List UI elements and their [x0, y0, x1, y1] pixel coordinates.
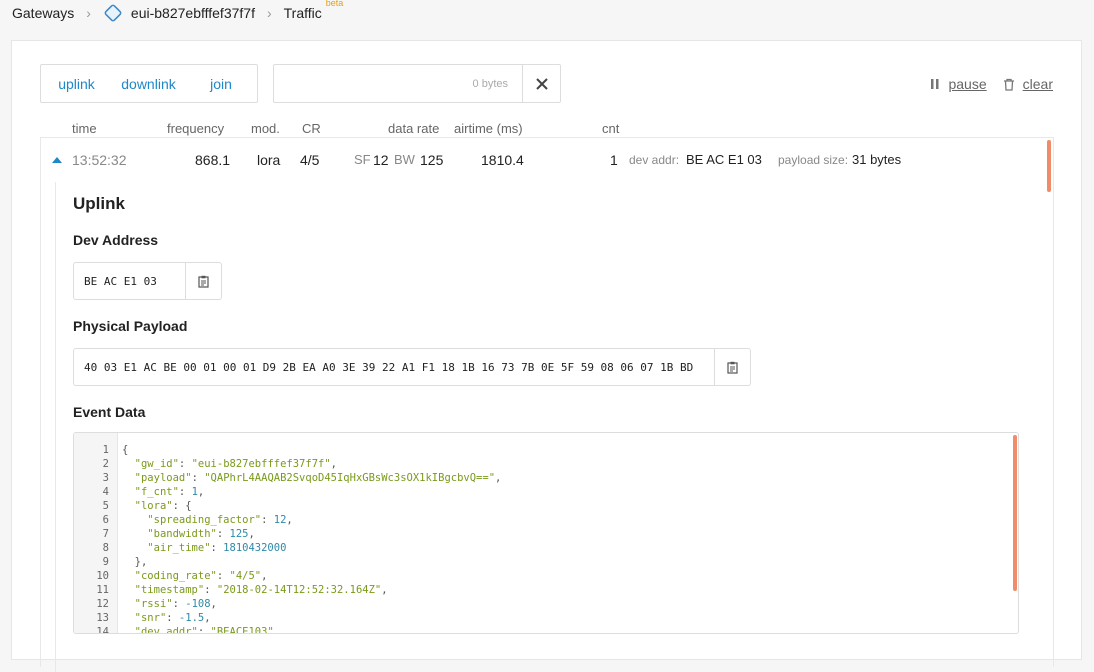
- row-sf-label: SF: [354, 152, 371, 167]
- breadcrumb-gateway-id[interactable]: eui-b827ebfffef37f7f: [131, 5, 255, 21]
- line-number-gutter: 1 2 3 4 5 6 7 8 9 10 11 12 13 14: [74, 433, 118, 633]
- close-icon: [535, 77, 548, 90]
- bytes-count: 0 bytes: [472, 77, 508, 90]
- breadcrumb: Gateways › eui-b827ebfffef37f7f › Traffi…: [0, 0, 1094, 26]
- beta-badge: beta: [325, 0, 344, 8]
- row-mod: lora: [257, 152, 281, 168]
- editor-scrollbar[interactable]: [1013, 435, 1017, 591]
- filter-box: 0 bytes: [273, 64, 561, 103]
- table-row[interactable]: 13:52:32 868.1 lora 4/5 SF 12 BW 125 181…: [41, 138, 1053, 182]
- copy-dev-address-button[interactable]: [185, 263, 221, 299]
- chevron-right-icon: ›: [86, 5, 91, 21]
- col-cnt: cnt: [602, 121, 620, 136]
- clear-filter-button[interactable]: [522, 65, 560, 102]
- event-data-editor[interactable]: 1 2 3 4 5 6 7 8 9 10 11 12 13 14 { "gw_id": "eui-b827…: [73, 432, 1019, 634]
- clipboard-icon: [727, 361, 738, 374]
- physical-payload-value[interactable]: 40 03 E1 AC BE 00 01 00 01 D9 2B EA A0 3…: [74, 361, 714, 374]
- row-bw-label: BW: [394, 152, 415, 167]
- gateway-icon: [104, 4, 122, 22]
- pause-label: pause: [948, 76, 987, 92]
- row-cnt: 1: [610, 152, 618, 168]
- chevron-right-icon: ›: [266, 5, 272, 21]
- filter-input[interactable]: [274, 65, 473, 102]
- breadcrumb-gateways[interactable]: Gateways: [12, 5, 74, 21]
- clear-label: clear: [1022, 76, 1053, 92]
- breadcrumb-traffic: Traffic: [283, 5, 322, 21]
- dev-address-heading: Dev Address: [73, 232, 159, 248]
- trash-icon: [1003, 78, 1014, 91]
- caret-up-icon[interactable]: [52, 156, 62, 163]
- row-cr: 4/5: [300, 152, 320, 168]
- row-dev-addr: BE AC E1 03: [686, 152, 762, 167]
- row-time: 13:52:32: [72, 152, 127, 168]
- tab-downlink[interactable]: downlink: [112, 65, 185, 102]
- detail-title: Uplink: [73, 194, 125, 213]
- physical-payload-field: 40 03 E1 AC BE 00 01 00 01 D9 2B EA A0 3…: [73, 348, 751, 386]
- message-type-tabs: uplink downlink join: [40, 64, 258, 103]
- col-time: time: [72, 121, 97, 136]
- dev-address-field: BE AC E1 03: [73, 262, 222, 300]
- row-frequency: 868.1: [195, 152, 231, 168]
- row-dev-addr-label: dev addr:: [629, 153, 680, 167]
- dev-address-value[interactable]: BE AC E1 03: [74, 275, 185, 288]
- row-payload-size: 31 bytes: [852, 152, 902, 167]
- row-payload-size-label: payload size:: [778, 153, 849, 167]
- traffic-panel: uplink downlink join 0 bytes pause clear…: [11, 40, 1082, 672]
- row-airtime: 1810.4: [481, 152, 524, 168]
- traffic-table: 13:52:32 868.1 lora 4/5 SF 12 BW 125 181…: [40, 137, 1054, 672]
- clipboard-icon: [198, 275, 209, 288]
- col-mod: mod.: [251, 121, 280, 136]
- uplink-detail: Uplink Dev Address BE AC E1 03 Physical …: [55, 182, 1050, 672]
- tab-join[interactable]: join: [185, 65, 257, 102]
- clear-button[interactable]: clear: [1003, 76, 1053, 92]
- tab-uplink[interactable]: uplink: [41, 65, 112, 102]
- row-sf: 12: [373, 152, 389, 168]
- col-data-rate: data rate: [388, 121, 440, 136]
- copy-payload-button[interactable]: [714, 349, 750, 385]
- json-code: { "gw_id": "eui-b827ebfffef37f7f", "payl…: [122, 444, 502, 634]
- physical-payload-heading: Physical Payload: [73, 318, 188, 334]
- row-bw: 125: [420, 152, 444, 168]
- traffic-actions: pause clear: [914, 76, 1053, 92]
- col-cr: CR: [302, 121, 321, 136]
- pause-button[interactable]: pause: [930, 76, 987, 92]
- col-airtime: airtime (ms): [454, 121, 523, 136]
- col-frequency: frequency: [167, 121, 225, 136]
- event-data-heading: Event Data: [73, 404, 146, 420]
- pause-icon: [931, 79, 939, 89]
